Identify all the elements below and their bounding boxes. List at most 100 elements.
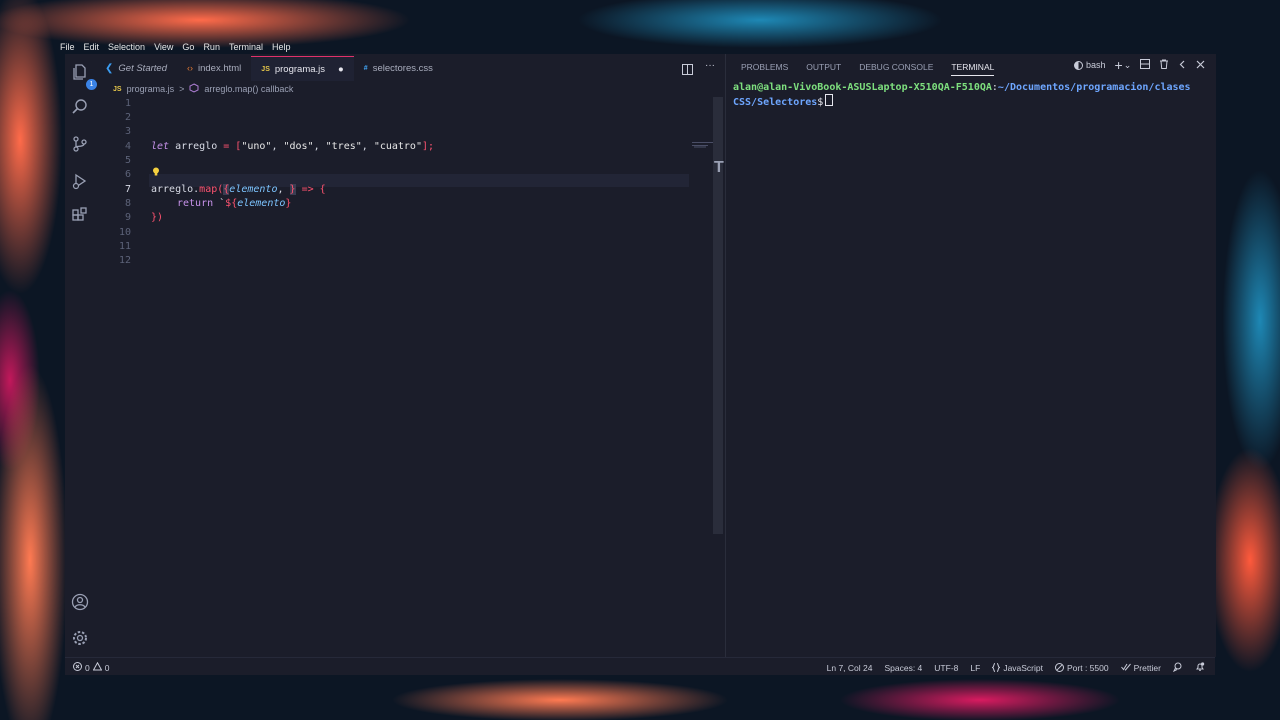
object-name: arreglo. [151, 184, 200, 195]
explorer-badge: 1 [86, 79, 97, 90]
terminal-user-host: alan@alan-VivoBook-ASUSLaptop-X510QA-F51… [733, 82, 992, 93]
menu-view[interactable]: View [154, 41, 173, 53]
string-tres: "tres" [325, 141, 362, 152]
html-icon: ‹› [186, 63, 193, 73]
string-cuatro: "cuatro" [373, 141, 422, 152]
shell-name: bash [1086, 60, 1106, 70]
terminal-output[interactable]: alan@alan-VivoBook-ASUSLaptop-X510QA-F51… [733, 81, 1191, 109]
plus-icon: + [1114, 57, 1123, 73]
feedback-icon[interactable] [1172, 662, 1183, 674]
terminal-path-cont: CSS/Selectores [733, 97, 818, 108]
double-check-icon [1120, 663, 1131, 673]
status-language[interactable]: JavaScript [991, 662, 1043, 674]
language-label: JavaScript [1003, 663, 1043, 673]
trash-icon[interactable] [1159, 59, 1169, 71]
maximize-panel-icon[interactable] [1178, 60, 1187, 71]
comma: , [313, 141, 326, 152]
method-map: map [199, 184, 218, 195]
line-number: 6 [124, 169, 131, 180]
split-editor-icon[interactable] [682, 62, 693, 80]
braces-icon [991, 662, 1002, 674]
status-eol[interactable]: LF [970, 663, 980, 673]
menu-selection[interactable]: Selection [108, 41, 145, 53]
shell-icon [1074, 60, 1083, 70]
status-cursor-position[interactable]: Ln 7, Col 24 [827, 663, 873, 673]
body-open: { [313, 184, 326, 195]
css-icon: # [363, 64, 368, 72]
more-actions-icon[interactable]: ··· [705, 61, 715, 80]
tab-selectores-css[interactable]: # selectores.css [354, 56, 443, 80]
settings-gear-icon[interactable] [70, 628, 90, 648]
breadcrumb-file[interactable]: programa.js [127, 84, 175, 94]
menu-help[interactable]: Help [272, 41, 291, 53]
menu-edit[interactable]: Edit [84, 41, 100, 53]
run-debug-icon[interactable] [70, 171, 90, 191]
menu-run[interactable]: Run [203, 41, 220, 53]
tab-label: index.html [197, 62, 242, 74]
string-uno: "uno" [241, 141, 272, 152]
js-icon: JS [113, 85, 122, 93]
warning-icon [92, 661, 103, 673]
tab-label: programa.js [274, 63, 326, 75]
search-icon[interactable] [70, 97, 90, 117]
vscode-icon: ❮ [105, 62, 114, 74]
status-indentation[interactable]: Spaces: 4 [884, 663, 922, 673]
status-live-server[interactable]: Port : 5500 [1055, 662, 1109, 674]
activity-bar: 1 [65, 54, 97, 657]
status-bar: 0 0 Ln 7, Col 24 Spaces: 4 UTF-8 LF Java… [65, 657, 1215, 675]
array-close: ]; [421, 141, 435, 152]
line-number: 7 [124, 184, 131, 195]
unsaved-dot[interactable]: ● [338, 64, 344, 75]
interp-close: } [285, 198, 292, 209]
terminal-cursor [825, 94, 834, 106]
lightbulb-icon[interactable] [152, 167, 160, 176]
js-icon: JS [261, 65, 270, 73]
tab-index-html[interactable]: ‹› index.html [177, 56, 251, 80]
code-line-4: let arreglo = ["uno", "dos", "tres", "cu… [151, 141, 434, 152]
status-problems[interactable]: 0 0 [73, 661, 109, 673]
tab-get-started[interactable]: ❮ Get Started [95, 56, 177, 80]
source-control-icon[interactable] [70, 134, 90, 154]
terminal-shell-selector[interactable]: bash [1074, 60, 1106, 70]
account-icon[interactable] [70, 592, 90, 612]
tab-terminal[interactable]: TERMINAL [951, 62, 995, 76]
extensions-icon[interactable] [70, 206, 90, 226]
tab-debug-console[interactable]: DEBUG CONSOLE [859, 62, 933, 76]
close-icon[interactable] [1196, 60, 1205, 71]
breadcrumb-symbol[interactable]: arreglo.map() callback [204, 84, 293, 94]
line-number: 1 [124, 98, 131, 109]
breadcrumb: JS programa.js > arreglo.map() callback [113, 83, 293, 95]
text-cursor-ibeam-icon: T [714, 159, 724, 176]
panel-tabs: PROBLEMS OUTPUT DEBUG CONSOLE TERMINAL [741, 62, 995, 76]
menu-terminal[interactable]: Terminal [229, 41, 263, 53]
explorer-icon[interactable]: 1 [70, 62, 97, 90]
terminal-line: CSS/Selectores$ [733, 94, 1191, 109]
split-terminal-icon[interactable] [1140, 59, 1151, 71]
new-terminal-button[interactable]: + ⌄ [1114, 57, 1132, 73]
menu-go[interactable]: Go [182, 41, 194, 53]
code-editor[interactable]: 1 2 3 4 5 6 7 8 9 10 11 12 let arreglo =… [95, 96, 720, 536]
prettier-label: Prettier [1133, 663, 1161, 673]
breadcrumb-separator: > [179, 84, 185, 94]
arrow: => [295, 184, 314, 195]
port-icon [1055, 662, 1064, 674]
status-encoding[interactable]: UTF-8 [934, 663, 958, 673]
menu-file[interactable]: File [60, 41, 75, 53]
tab-label: Get Started [118, 62, 167, 74]
code-line-7: arreglo.map({elemento, } => { [151, 184, 326, 195]
tab-programa-js[interactable]: JS programa.js ● [251, 56, 354, 81]
terminal-path: ~/Documentos/programacion/clases [997, 82, 1191, 93]
closing-brackets: }) [151, 212, 164, 223]
terminal-line: alan@alan-VivoBook-ASUSLaptop-X510QA-F51… [733, 81, 1191, 94]
terminal-toolbar: bash + ⌄ [1074, 57, 1205, 73]
template-tick: ` [213, 198, 226, 209]
notifications-bell-icon[interactable] [1195, 662, 1205, 674]
editor-tabs: ❮ Get Started ‹› index.html JS programa.… [95, 56, 755, 81]
vscode-window: 1 ❮ Get Started ‹› index.html JS program… [65, 54, 1216, 675]
tab-output[interactable]: OUTPUT [806, 62, 841, 76]
tab-problems[interactable]: PROBLEMS [741, 62, 788, 76]
code-line-8: return `${elemento} [177, 198, 291, 209]
status-prettier[interactable]: Prettier [1120, 663, 1161, 673]
string-dos: "dos" [283, 141, 314, 152]
chevron-down-icon: ⌄ [1123, 59, 1132, 70]
